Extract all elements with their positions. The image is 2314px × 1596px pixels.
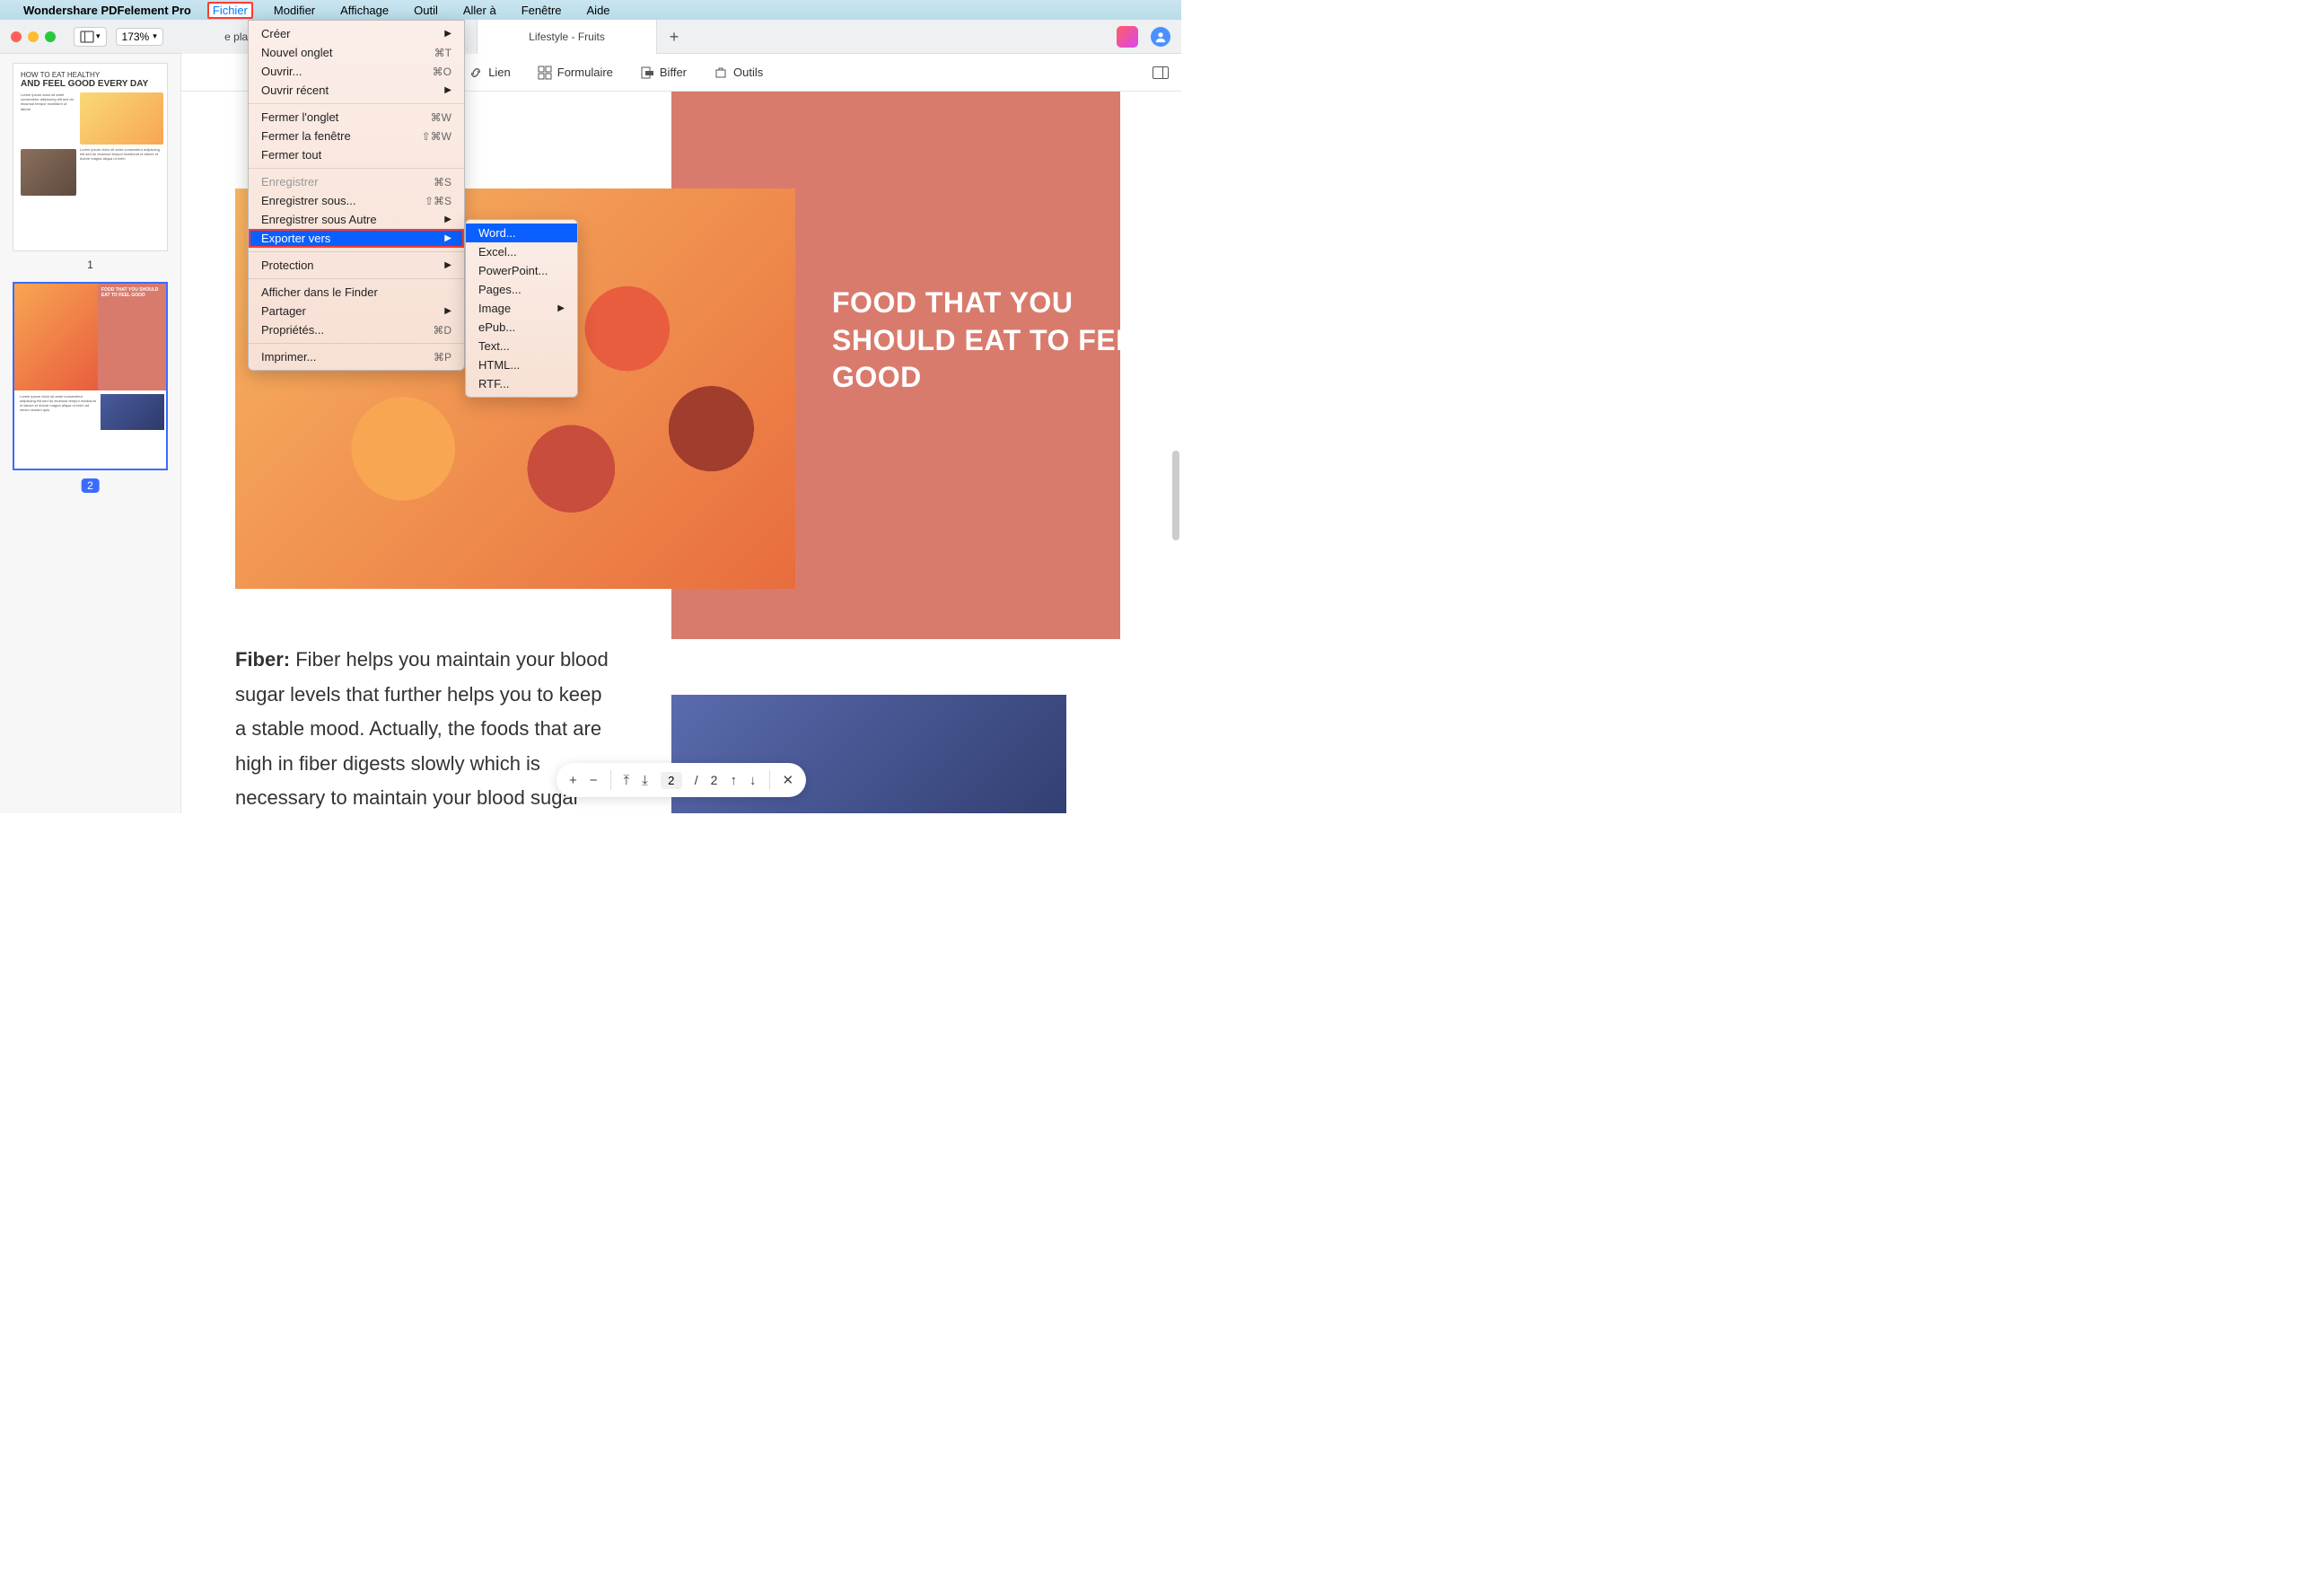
menu-item-nouvel-onglet[interactable]: Nouvel onglet⌘T (249, 43, 464, 62)
menu-item-enregistrer-sous-[interactable]: Enregistrer sous...⇧⌘S (249, 191, 464, 210)
menu-item-propri-t-s-[interactable]: Propriétés...⌘D (249, 320, 464, 339)
app-name[interactable]: Wondershare PDFelement Pro (23, 4, 191, 17)
window-chrome: ▾ 173% ▾ e plan Lifestyle - Mountain Lif… (0, 20, 1181, 54)
submenu-item-epub-[interactable]: ePub... (466, 318, 577, 337)
submenu-item-image[interactable]: Image▶ (466, 299, 577, 318)
menu-item-cr-er[interactable]: Créer▶ (249, 24, 464, 43)
close-window-button[interactable] (11, 31, 22, 42)
page-navigation-bar: + − ⤒ ⤓ / 2 ↑ ↓ ✕ (557, 763, 806, 797)
tab-fruits[interactable]: Lifestyle - Fruits (478, 20, 657, 54)
tool-biffer[interactable]: Biffer (640, 66, 687, 80)
submenu-item-html-[interactable]: HTML... (466, 355, 577, 374)
body-paragraph: Fiber: Fiber helps you maintain your blo… (235, 643, 612, 813)
submenu-item-rtf-[interactable]: RTF... (466, 374, 577, 393)
last-page-button[interactable]: ⤓ (642, 773, 648, 788)
submenu-item-pages-[interactable]: Pages... (466, 280, 577, 299)
page-separator: / (695, 773, 698, 787)
chevron-down-icon: ▾ (96, 31, 101, 41)
file-menu-dropdown: Créer▶Nouvel onglet⌘TOuvrir...⌘OOuvrir r… (248, 20, 465, 371)
first-page-button[interactable]: ⤒ (623, 773, 629, 788)
tool-lien[interactable]: Lien (469, 66, 511, 80)
page-thumbnail-2[interactable]: FOOD THAT YOU SHOULD EAT TO FEEL GOOD Lo… (13, 282, 168, 470)
page-number-label: 1 (13, 259, 168, 271)
thumbnail-image-icon (21, 149, 76, 196)
fullscreen-window-button[interactable] (45, 31, 56, 42)
chevron-down-icon: ▾ (153, 31, 157, 41)
menu-outil[interactable]: Outil (409, 2, 443, 19)
sidebar-toggle-button[interactable]: ▾ (74, 27, 107, 47)
zoom-value: 173% (122, 31, 150, 43)
menu-item-fermer-tout[interactable]: Fermer tout (249, 145, 464, 164)
right-panel-toggle[interactable] (1153, 66, 1169, 79)
thumbnail-image-icon (80, 92, 163, 145)
total-pages: 2 (711, 773, 718, 787)
page-number-badge: 2 (81, 478, 100, 493)
app-brand-icon[interactable] (1117, 26, 1138, 48)
menu-modifier[interactable]: Modifier (269, 2, 320, 19)
prev-page-button[interactable]: ↑ (730, 773, 737, 788)
menu-fenetre[interactable]: Fenêtre (517, 2, 566, 19)
menu-item-fermer-l-onglet[interactable]: Fermer l'onglet⌘W (249, 108, 464, 127)
thumbnails-sidebar: HOW TO EAT HEALTHY AND FEEL GOOD EVERY D… (0, 54, 181, 813)
next-page-button[interactable]: ↓ (749, 773, 757, 788)
submenu-item-text-[interactable]: Text... (466, 337, 577, 355)
new-tab-button[interactable]: + (657, 20, 691, 54)
minimize-window-button[interactable] (28, 31, 39, 42)
menubar: Wondershare PDFelement Pro Fichier Modif… (0, 0, 1181, 20)
zoom-in-button[interactable]: + (569, 773, 577, 788)
menu-item-ouvrir-r-cent[interactable]: Ouvrir récent▶ (249, 81, 464, 100)
traffic-lights (11, 31, 56, 42)
menu-item-enregistrer-sous-autre[interactable]: Enregistrer sous Autre▶ (249, 210, 464, 229)
zoom-selector[interactable]: 173% ▾ (116, 28, 163, 46)
menu-fichier[interactable]: Fichier (207, 2, 253, 19)
tool-formulaire[interactable]: Formulaire (538, 66, 613, 80)
menu-item-enregistrer: Enregistrer⌘S (249, 172, 464, 191)
current-page-input[interactable] (661, 772, 682, 789)
export-submenu-dropdown: Word...Excel...PowerPoint...Pages...Imag… (465, 219, 578, 398)
menu-aide[interactable]: Aide (583, 2, 615, 19)
window-end-controls (1117, 26, 1170, 48)
submenu-item-excel-[interactable]: Excel... (466, 242, 577, 261)
menu-item-ouvrir-[interactable]: Ouvrir...⌘O (249, 62, 464, 81)
page-heading: FOOD THAT YOU SHOULD EAT TO FEEL GOOD (832, 285, 1154, 397)
thumbnail-image-icon (14, 284, 98, 390)
menu-item-protection[interactable]: Protection▶ (249, 256, 464, 275)
menu-item-exporter-vers[interactable]: Exporter vers▶ (249, 229, 464, 248)
menu-aller-a[interactable]: Aller à (459, 2, 501, 19)
submenu-item-word-[interactable]: Word... (466, 224, 577, 242)
page-thumbnail-1[interactable]: HOW TO EAT HEALTHY AND FEEL GOOD EVERY D… (13, 63, 168, 251)
zoom-out-button[interactable]: − (590, 773, 598, 788)
menu-item-fermer-la-fen-tre[interactable]: Fermer la fenêtre⇧⌘W (249, 127, 464, 145)
menu-item-partager[interactable]: Partager▶ (249, 302, 464, 320)
vertical-scrollbar[interactable] (1172, 451, 1179, 540)
tool-outils[interactable]: Outils (714, 66, 763, 80)
menu-affichage[interactable]: Affichage (336, 2, 393, 19)
menu-item-afficher-dans-le-finder[interactable]: Afficher dans le Finder (249, 283, 464, 302)
thumbnail-image-icon (101, 394, 164, 430)
close-nav-button[interactable]: ✕ (782, 772, 793, 788)
menu-item-imprimer-[interactable]: Imprimer...⌘P (249, 347, 464, 366)
submenu-item-powerpoint-[interactable]: PowerPoint... (466, 261, 577, 280)
user-avatar-icon[interactable] (1151, 27, 1170, 47)
